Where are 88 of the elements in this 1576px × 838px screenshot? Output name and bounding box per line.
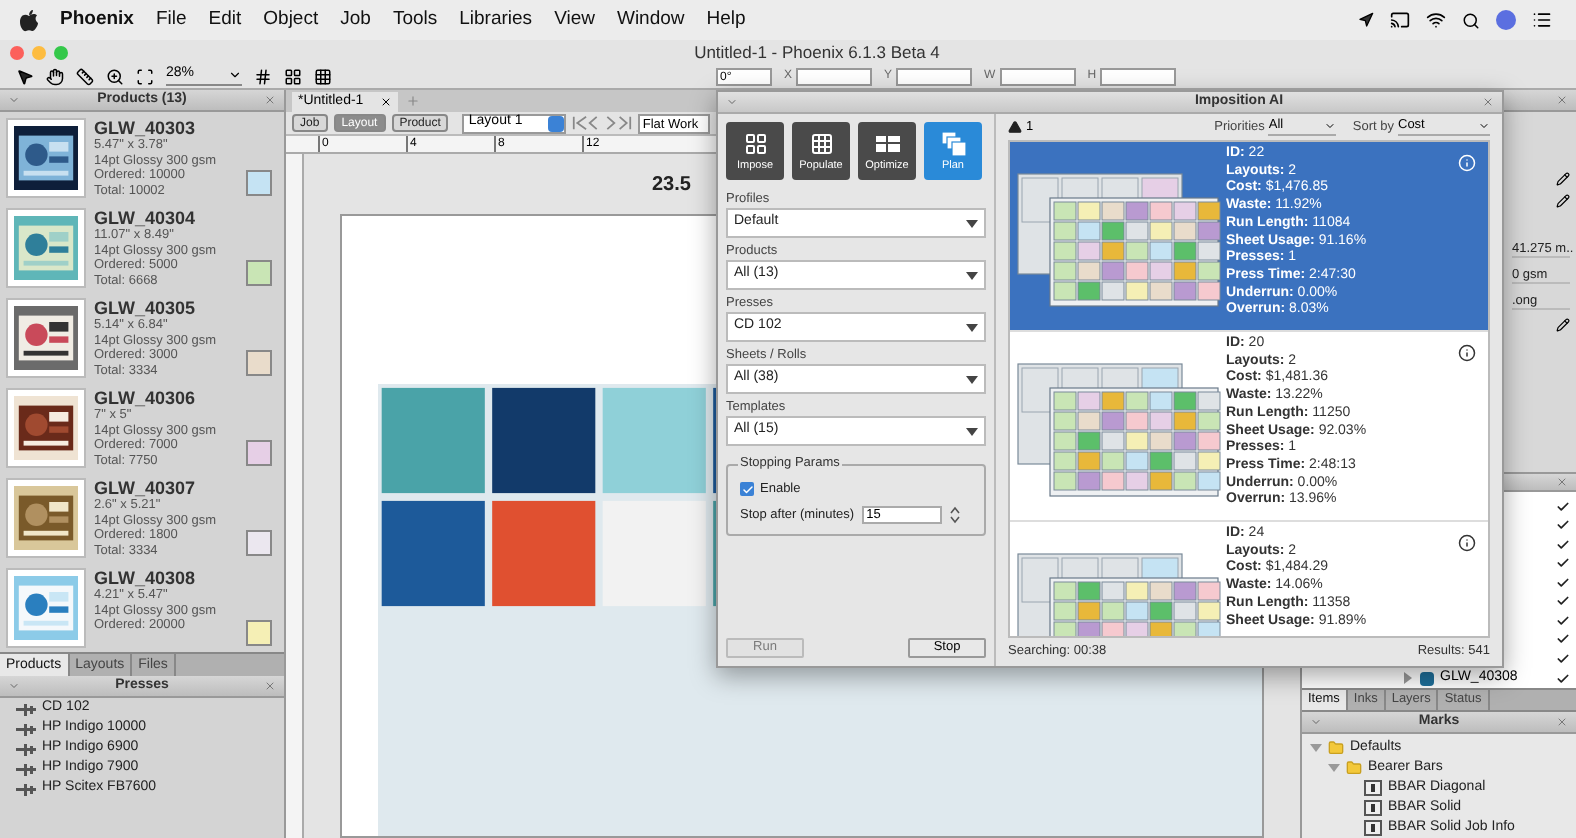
press-icon [16,763,36,775]
press-icon [16,743,36,755]
coordinate-field[interactable] [896,67,973,85]
folder-icon [1328,740,1344,756]
press-icon [16,783,36,795]
visibility-checkbox[interactable] [1554,497,1570,516]
fit-view-icon[interactable] [136,67,154,85]
wifi-icon[interactable] [1426,10,1446,30]
warning-icon[interactable] [1008,120,1022,134]
info-icon[interactable] [1458,534,1476,552]
close-icon[interactable] [264,94,276,106]
grid-icon[interactable] [254,67,272,85]
info-icon[interactable] [1458,344,1476,362]
dropdown-icon [966,271,978,279]
product-name: GLW_40307 [94,478,198,498]
press-icon [16,723,36,735]
ruler-tool-icon[interactable] [76,67,94,85]
edit-icon[interactable] [1556,171,1570,186]
product-thumbnail[interactable] [6,478,86,558]
dropdown-icon [966,219,978,227]
product-thumbnail[interactable] [6,568,86,648]
dropdown-icon [1478,120,1490,132]
coordinate-field[interactable] [796,67,873,85]
dropdown-icon [966,323,978,331]
visibility-checkbox[interactable] [1554,592,1570,611]
menu-item[interactable]: Object [263,5,319,35]
menu-item[interactable]: Libraries [459,5,533,35]
menu-item[interactable]: Help [706,5,746,35]
visibility-checkbox[interactable] [1554,573,1570,592]
edit-icon[interactable] [1556,193,1570,208]
panels-icon [875,131,899,155]
visibility-checkbox[interactable] [1554,671,1570,685]
dropdown-icon [1324,120,1337,132]
dropdown-icon [228,68,242,82]
visibility-checkbox[interactable] [1554,554,1570,573]
close-icon[interactable] [1556,475,1568,488]
folder-icon [1346,760,1362,776]
close-icon[interactable] [1556,93,1568,106]
close-tab-icon[interactable] [379,96,392,108]
product-name: GLW_40304 [94,208,198,228]
page-navigation-icon[interactable] [572,116,633,130]
dropdown-icon [966,427,978,435]
dropdown-icon [548,115,565,131]
menu-item[interactable]: Tools [392,5,438,35]
search-icon[interactable] [1462,11,1480,29]
list-icon[interactable] [1532,10,1552,30]
menu-item[interactable]: Job [340,5,371,35]
visibility-checkbox[interactable] [1554,535,1570,554]
apple-logo-icon[interactable] [20,9,38,31]
enable-checkbox[interactable] [740,482,754,497]
zoom-tool-icon[interactable] [106,67,124,85]
product-thumbnail[interactable] [6,388,86,468]
press-icon [16,703,36,715]
close-icon[interactable] [1482,96,1494,108]
collapsed-caret-icon[interactable] [1402,672,1414,684]
menu-item[interactable]: Window [616,5,685,35]
pointer-tool-icon[interactable] [16,67,34,85]
grid-icon [743,131,767,155]
visibility-checkbox[interactable] [1554,649,1570,668]
app-menu[interactable]: Phoenix [60,5,134,35]
menu-item[interactable]: Edit [208,5,242,35]
product-name: GLW_40303 [94,118,198,138]
visibility-checkbox[interactable] [1554,516,1570,535]
menu-item[interactable]: File [155,5,187,35]
product-name: GLW_40308 [94,568,198,588]
product-thumbnail[interactable] [6,118,86,198]
hand-tool-icon[interactable] [46,67,64,85]
stacked-sheets-icon [941,131,965,155]
tile-grid-icon[interactable] [314,67,332,85]
close-icon[interactable] [264,680,276,692]
product-name: GLW_40305 [94,298,198,318]
stepper-icon[interactable] [950,506,961,525]
menu-item[interactable]: View [554,5,595,35]
window-title: Untitled-1 - Phoenix 6.1.3 Beta 4 [692,39,942,65]
edit-icon[interactable] [1556,317,1570,332]
product-name: GLW_40306 [94,388,198,408]
coordinate-field[interactable] [1100,67,1177,85]
visibility-checkbox[interactable] [1554,611,1570,630]
dots-grid-icon [809,131,833,155]
product-thumbnail[interactable] [6,298,86,378]
visibility-checkbox[interactable] [1554,630,1570,649]
sheet-width-label: 23.5 [652,171,691,199]
layout-grid-icon[interactable] [284,67,302,85]
coordinate-field[interactable] [999,67,1076,85]
close-icon[interactable] [1556,716,1568,728]
location-icon[interactable] [1358,12,1374,28]
airplay-icon[interactable] [1390,10,1410,30]
product-thumbnail[interactable] [6,208,86,288]
